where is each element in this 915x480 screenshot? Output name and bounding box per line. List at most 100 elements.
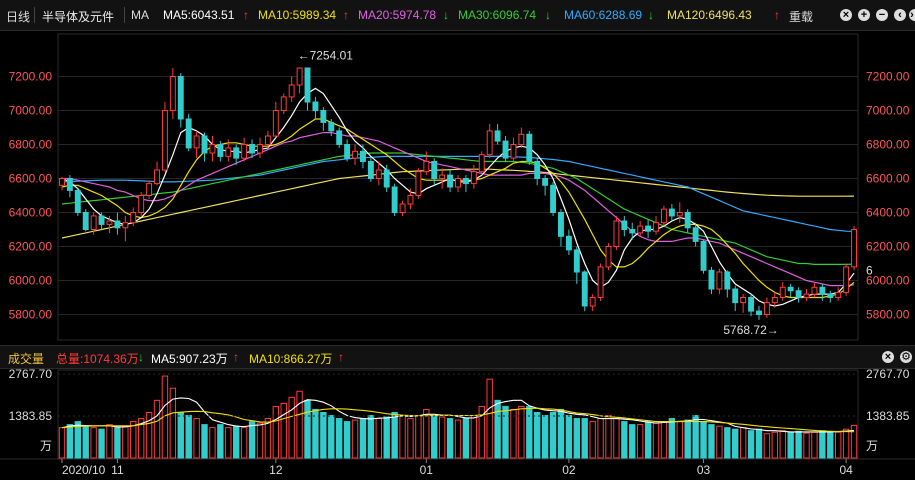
volume-bar <box>557 408 565 459</box>
ma60-line <box>61 155 855 232</box>
candle-body <box>716 271 723 290</box>
candle-body <box>605 246 612 268</box>
volume-bar <box>779 430 786 459</box>
volume-bar <box>518 405 525 459</box>
volume-bar <box>193 418 200 459</box>
candle-body <box>359 150 366 163</box>
candle-body <box>320 110 327 123</box>
candle-body <box>518 133 525 146</box>
candlestick-chart[interactable]: 5800.00 5800.006000.00 6000.006200.00 6200.… <box>0 0 915 480</box>
candle <box>653 215 659 235</box>
candle <box>431 158 438 186</box>
candle <box>763 297 770 318</box>
candle-body <box>415 171 422 196</box>
candle <box>447 170 454 193</box>
volume-bar <box>454 419 462 459</box>
candle-body <box>383 169 390 188</box>
volume-bar <box>827 431 834 459</box>
candle-body <box>558 212 564 237</box>
volume-bar <box>209 427 216 459</box>
candle-body <box>114 220 121 229</box>
candle-body <box>82 212 89 230</box>
candle-body <box>280 96 287 112</box>
volume-bar <box>423 408 430 459</box>
candle <box>367 158 374 182</box>
time-tick-label: 11 <box>111 463 124 477</box>
candle <box>66 175 73 198</box>
candle-body <box>803 293 810 299</box>
volume-bar <box>233 425 240 459</box>
candle-body <box>90 215 97 230</box>
candle-body <box>217 144 224 157</box>
candle-body <box>154 169 160 185</box>
candle-body <box>724 271 731 290</box>
volume-bar <box>660 421 668 459</box>
candle-body <box>494 130 501 142</box>
candle-body <box>249 144 256 154</box>
candle-body <box>106 220 113 225</box>
volume-tick-left: 1383.85 <box>9 409 53 423</box>
candle-body <box>312 101 319 111</box>
candle <box>660 205 667 227</box>
candle-body <box>296 67 303 86</box>
candle-body <box>621 220 628 230</box>
volume-bar <box>177 411 184 459</box>
candle-body <box>708 269 715 290</box>
candle <box>462 175 469 193</box>
candle-body <box>59 178 65 186</box>
volume-bar <box>819 430 826 459</box>
candle <box>177 73 184 128</box>
candle <box>637 221 644 237</box>
annotation-label: 5768.72→ <box>723 323 778 337</box>
candle-body <box>565 235 572 251</box>
volume-bar <box>98 428 105 459</box>
candle-body <box>581 271 588 307</box>
volume-bar <box>240 427 248 459</box>
volume-bar <box>629 424 636 459</box>
volume-bar <box>335 418 343 459</box>
candle-body <box>352 150 358 159</box>
volume-bar <box>122 425 129 459</box>
candle-body <box>98 215 105 225</box>
candle <box>795 287 802 303</box>
volume-bar <box>130 421 137 459</box>
volume-bar <box>541 415 549 459</box>
volume-bar <box>502 405 509 459</box>
candle-body <box>74 189 81 213</box>
candle <box>803 289 810 301</box>
candle <box>676 202 683 223</box>
price-tick-left: 7200.00 <box>9 70 53 84</box>
candle <box>312 96 319 119</box>
volume-bar <box>248 421 256 459</box>
candle-body <box>550 184 557 214</box>
candle <box>756 306 762 320</box>
volume-bar <box>217 424 224 459</box>
candle-body <box>209 144 216 154</box>
candle-body <box>233 147 240 159</box>
candle <box>288 76 295 102</box>
candle-body <box>439 174 446 180</box>
candle <box>304 67 311 111</box>
volume-bar <box>264 418 272 459</box>
candle-body <box>241 144 248 159</box>
candle <box>352 144 358 165</box>
volume-bar <box>185 415 192 459</box>
price-tick-right: 6400.00 <box>866 206 910 220</box>
volume-bar <box>391 411 398 459</box>
volume-bar <box>739 427 747 459</box>
volume-bar <box>842 428 850 459</box>
candle-body <box>169 76 176 111</box>
volume-bar <box>288 396 295 459</box>
volume-bar <box>534 411 541 459</box>
volume-bar <box>431 415 438 459</box>
candle-body <box>510 144 517 159</box>
candle-body <box>447 174 454 188</box>
candle-body <box>470 171 477 185</box>
time-axis-labels: 2020/10 11 12 01 02 03 04 <box>0 458 915 477</box>
candle <box>280 93 287 114</box>
candle <box>589 294 596 312</box>
candle-body <box>431 161 438 179</box>
candle-body <box>684 212 691 229</box>
candle-body <box>653 222 659 232</box>
candle-body <box>122 222 129 229</box>
